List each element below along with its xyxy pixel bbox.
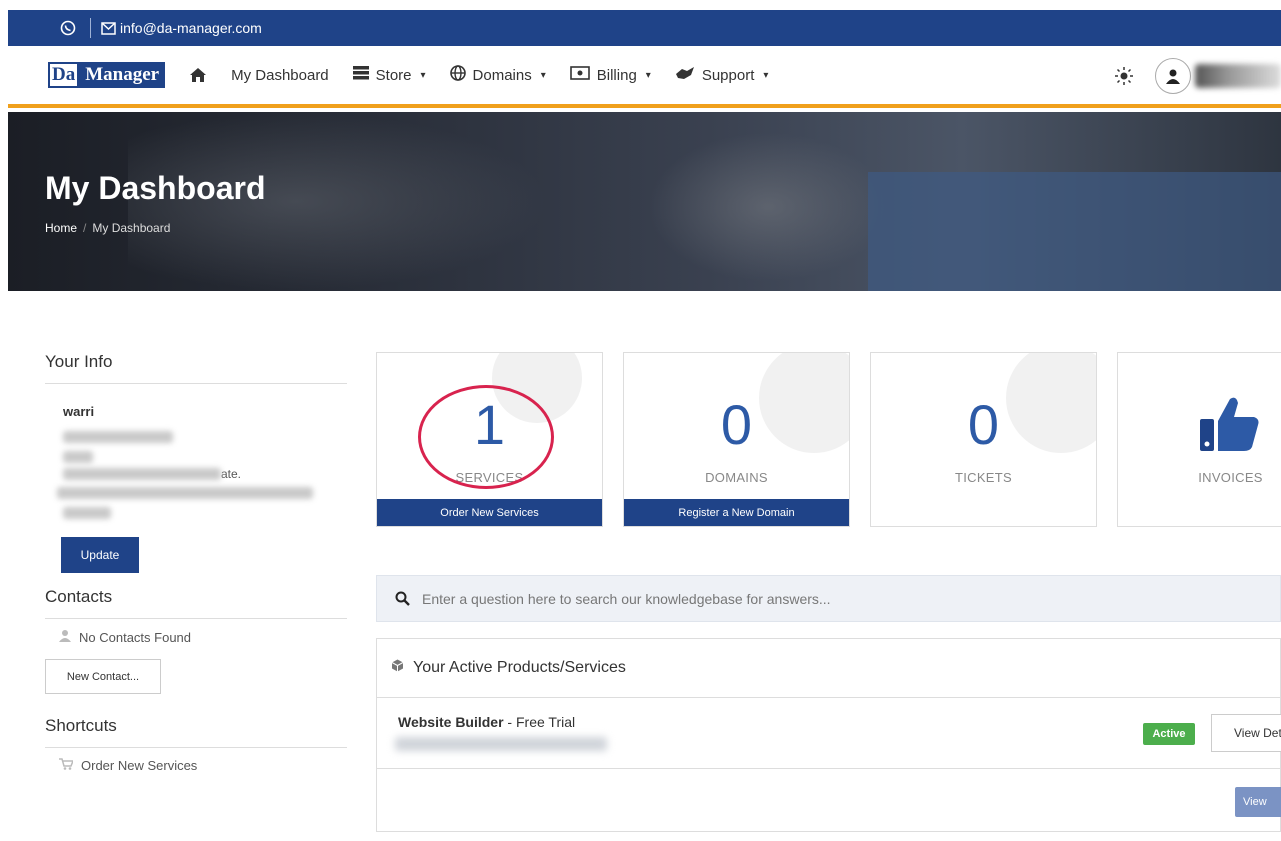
nav-label: Billing [596, 66, 637, 84]
support-icon [675, 65, 695, 85]
logo-da-text: Da [48, 62, 80, 88]
store-icon [352, 66, 369, 84]
top-contact-bar: info@da-manager.com [8, 10, 1281, 46]
tile-invoices[interactable]: INVOICES [1117, 352, 1281, 527]
nav-user-area [1115, 58, 1281, 94]
nav-label: Support [701, 66, 755, 84]
tile-tickets[interactable]: 0 TICKETS [870, 352, 1097, 527]
status-badge: Active [1143, 723, 1195, 745]
invoices-label: INVOICES [1198, 470, 1263, 485]
shortcuts-heading: Shortcuts [45, 716, 347, 748]
search-icon [395, 591, 410, 606]
breadcrumb: Home / My Dashboard [45, 221, 170, 235]
redacted-email [57, 487, 313, 499]
address-fragment: ate. [221, 467, 242, 481]
main-navbar: Da Manager My Dashboard Store ▾ Domains … [8, 46, 1281, 108]
globe-icon [449, 65, 466, 85]
view-all-button[interactable]: View [1235, 787, 1281, 817]
cube-icon [391, 659, 404, 677]
theme-toggle-icon[interactable] [1115, 67, 1133, 85]
page-hero-banner: My Dashboard Home / My Dashboard [8, 112, 1281, 291]
no-contacts-label: No Contacts Found [79, 629, 192, 645]
account-name: warri [63, 404, 95, 419]
page-title: My Dashboard [45, 170, 266, 206]
cart-icon [59, 758, 75, 773]
logo-manager-text: Manager [79, 62, 166, 88]
product-plan: - Free Trial [503, 714, 576, 730]
da-manager-logo[interactable]: Da Manager [48, 62, 166, 88]
your-info-heading: Your Info [45, 352, 347, 384]
order-new-services-link[interactable]: Order New Services [377, 499, 602, 526]
user-name-blurred[interactable] [1195, 64, 1281, 88]
update-button[interactable]: Update [61, 537, 139, 573]
divider [90, 18, 91, 38]
sidebar: Your Info warri ate. Update Contacts No … [45, 352, 347, 773]
view-details-button[interactable]: View Det [1211, 714, 1281, 752]
nav-label: Domains [472, 66, 532, 84]
nav-store[interactable]: Store ▾ [352, 66, 426, 84]
nav-billing[interactable]: Billing ▾ [569, 66, 651, 84]
caret-down-icon: ▾ [420, 69, 426, 81]
user-icon [59, 629, 71, 645]
product-name: Website Builder - Free Trial [398, 714, 575, 730]
breadcrumb-home-link[interactable]: Home [45, 221, 77, 235]
caret-down-icon: ▾ [763, 69, 769, 81]
whatsapp-icon[interactable] [60, 20, 76, 36]
thumbs-up-icon [1198, 391, 1262, 460]
breadcrumb-current: My Dashboard [92, 221, 171, 235]
caret-down-icon: ▾ [540, 69, 546, 81]
tickets-count: 0 [967, 393, 1000, 456]
highlight-circle-annotation [418, 385, 554, 489]
redacted-line [63, 451, 93, 463]
product-row[interactable]: Website Builder - Free Trial Active View… [377, 698, 1281, 769]
contact-email-link[interactable]: info@da-manager.com [120, 20, 262, 36]
breadcrumb-separator: / [83, 221, 87, 235]
address-line: ate. [45, 467, 347, 481]
search-input[interactable]: Enter a question here to search our know… [422, 591, 831, 607]
nav-domains[interactable]: Domains ▾ [449, 65, 546, 85]
billing-icon [569, 66, 590, 84]
new-contact-button[interactable]: New Contact... [45, 659, 161, 694]
hero-background-shape [648, 132, 888, 282]
user-avatar-icon[interactable] [1155, 58, 1191, 94]
redacted-line [63, 468, 221, 480]
nav-my-dashboard[interactable]: My Dashboard [231, 67, 329, 84]
panel-title: Your Active Products/Services [413, 659, 626, 676]
no-contacts-message: No Contacts Found [59, 629, 347, 645]
nav-label: Store [375, 66, 412, 84]
nav-support[interactable]: Support ▾ [675, 65, 769, 85]
active-products-panel: Your Active Products/Services Website Bu… [376, 638, 1281, 832]
contacts-heading: Contacts [45, 587, 347, 619]
redacted-line [63, 507, 111, 519]
domains-label: DOMAINS [705, 470, 768, 485]
nav-label: My Dashboard [231, 66, 329, 84]
redacted-line [63, 431, 173, 443]
domains-count: 0 [720, 393, 753, 456]
mail-icon [101, 21, 116, 35]
register-domain-link[interactable]: Register a New Domain [624, 499, 849, 526]
home-icon[interactable] [189, 66, 207, 84]
shortcut-label: Order New Services [81, 758, 198, 773]
tickets-label: TICKETS [955, 470, 1012, 485]
knowledgebase-search[interactable]: Enter a question here to search our know… [376, 575, 1281, 622]
caret-down-icon: ▾ [645, 69, 651, 81]
redacted-domain [395, 737, 607, 751]
tile-domains[interactable]: 0 DOMAINS Register a New Domain [623, 352, 850, 527]
shortcut-order-new-services[interactable]: Order New Services [59, 758, 347, 773]
panel-header: Your Active Products/Services [377, 639, 1280, 698]
product-title: Website Builder [398, 714, 504, 730]
hero-background-shape [868, 172, 1281, 291]
